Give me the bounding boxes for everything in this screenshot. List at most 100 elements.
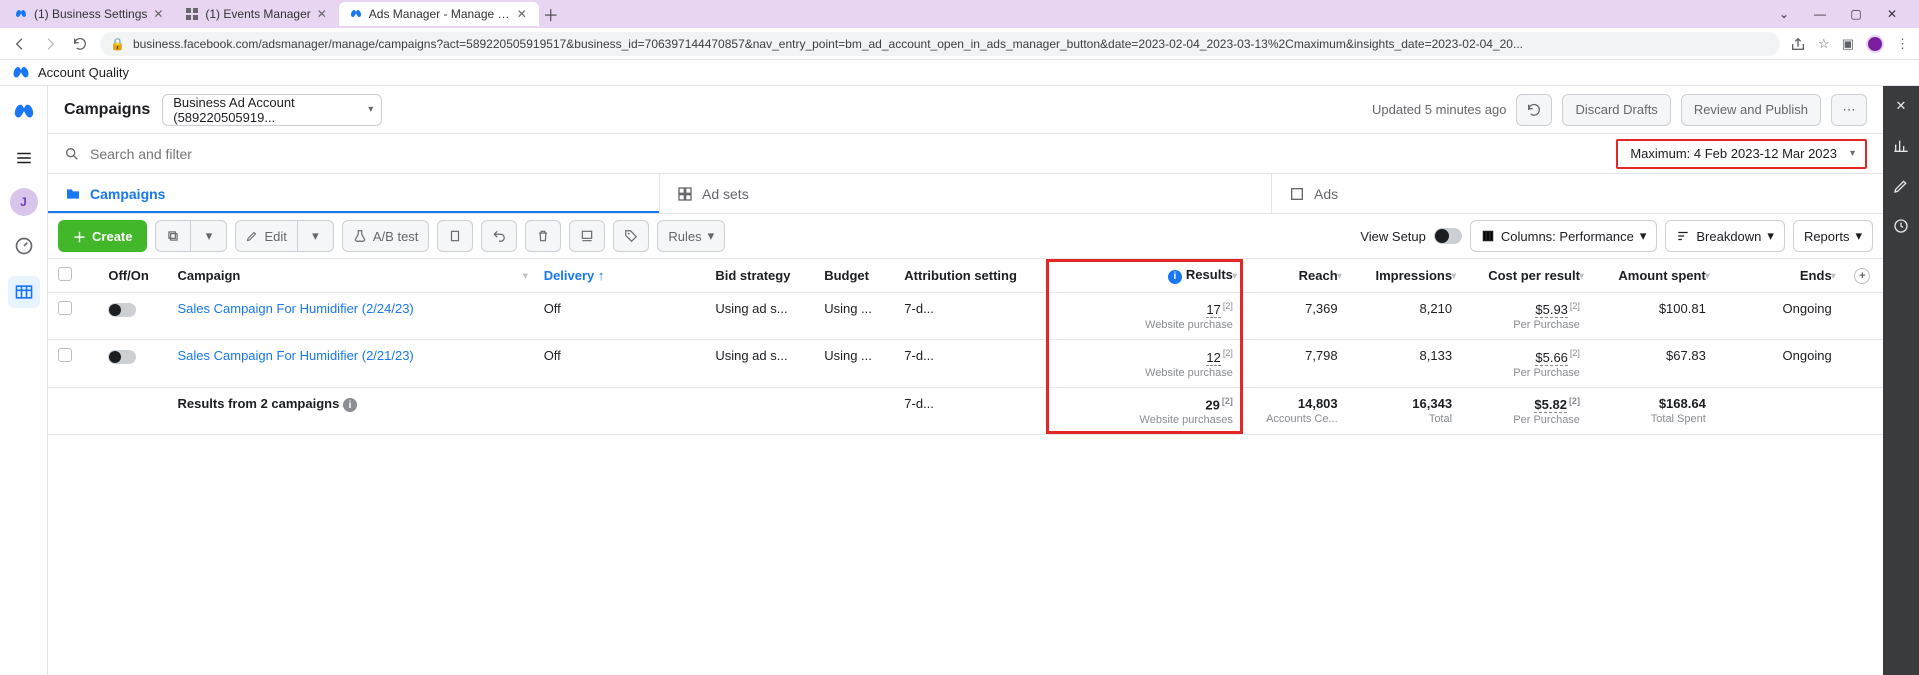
row-toggle[interactable] [108, 350, 136, 364]
results-cell: 29[2]Website purchases [1046, 387, 1243, 434]
delivery-cell: Off [534, 340, 706, 387]
menu-icon[interactable] [8, 142, 40, 174]
breakdown-select[interactable]: Breakdown ▾ [1665, 220, 1785, 252]
col-onoff[interactable]: Off/On [98, 259, 167, 293]
edit-chevron[interactable]: ▾ [298, 220, 334, 252]
url-box[interactable]: 🔒 business.facebook.com/adsmanager/manag… [100, 32, 1780, 56]
table-row[interactable]: Sales Campaign For Humidifier (2/24/23) … [48, 293, 1883, 340]
cpr-cell: $5.66[2]Per Purchase [1462, 340, 1590, 387]
meta-icon [349, 7, 363, 21]
back-button[interactable] [10, 34, 30, 54]
reports-select[interactable]: Reports ▾ [1793, 220, 1873, 252]
gauge-icon[interactable] [8, 230, 40, 262]
plus-icon: ＋ [73, 227, 86, 246]
col-attr[interactable]: Attribution setting [894, 259, 1046, 293]
create-button[interactable]: ＋Create [58, 220, 147, 252]
duplicate-chevron[interactable]: ▾ [191, 220, 227, 252]
browser-tab[interactable]: (1) Events Manager ✕ [175, 2, 338, 26]
edit-icon[interactable] [1889, 174, 1913, 198]
col-results[interactable]: iResults [1046, 259, 1243, 293]
col-cpr[interactable]: Cost per result [1462, 259, 1590, 293]
col-impressions[interactable]: Impressions [1348, 259, 1462, 293]
browser-tab-active[interactable]: Ads Manager - Manage ads - Ca ✕ [339, 2, 539, 26]
tab-ads[interactable]: Ads [1272, 174, 1883, 213]
edit-group: Edit ▾ [235, 220, 333, 252]
col-budget[interactable]: Budget [814, 259, 894, 293]
share-icon[interactable] [1790, 36, 1806, 52]
star-icon[interactable]: ☆ [1818, 36, 1830, 52]
date-range-picker[interactable]: Maximum: 4 Feb 2023-12 Mar 2023 [1616, 139, 1867, 169]
add-column-button[interactable]: + [1854, 268, 1870, 284]
row-checkbox[interactable] [58, 301, 72, 315]
copy-button[interactable] [437, 220, 473, 252]
tab-label: Ads [1314, 186, 1338, 202]
level-tabs: Campaigns Ad sets Ads [48, 174, 1883, 214]
impressions-cell: 8,133 [1348, 340, 1462, 387]
budget-cell: Using ... [814, 340, 894, 387]
search-row: Maximum: 4 Feb 2023-12 Mar 2023 [48, 134, 1883, 174]
duplicate-button[interactable] [155, 220, 191, 252]
close-icon[interactable]: ✕ [517, 7, 529, 21]
toolbar: ＋Create ▾ Edit ▾ A/B test Rules ▾ View S… [48, 214, 1883, 258]
budget-cell: Using ... [814, 293, 894, 340]
profile-icon[interactable] [1866, 35, 1884, 53]
folder-icon [64, 185, 82, 203]
tag-button[interactable] [613, 220, 649, 252]
attr-cell: 7-d... [894, 340, 1046, 387]
more-button[interactable]: ⋯ [1831, 94, 1867, 126]
minimize-icon[interactable]: — [1811, 7, 1829, 21]
avatar[interactable]: J [10, 188, 38, 216]
reload-button[interactable] [70, 34, 90, 54]
columns-select[interactable]: Columns: Performance ▾ [1470, 220, 1657, 252]
tab-adsets[interactable]: Ad sets [660, 174, 1272, 213]
row-toggle[interactable] [108, 303, 136, 317]
col-campaign[interactable]: Campaign [168, 259, 534, 293]
table-icon[interactable] [8, 276, 40, 308]
left-rail: J [0, 86, 48, 675]
abtest-button[interactable]: A/B test [342, 220, 430, 252]
select-all-checkbox[interactable] [58, 267, 72, 281]
delete-button[interactable] [525, 220, 561, 252]
campaign-link[interactable]: Sales Campaign For Humidifier (2/21/23) [178, 348, 414, 363]
account-select[interactable]: Business Ad Account (589220505919... [162, 94, 382, 126]
close-window-icon[interactable]: ✕ [1883, 7, 1901, 21]
impressions-cell: 8,210 [1348, 293, 1462, 340]
col-reach[interactable]: Reach [1243, 259, 1348, 293]
close-icon[interactable]: ✕ [153, 7, 165, 21]
col-spent[interactable]: Amount spent [1590, 259, 1716, 293]
export-button[interactable] [569, 220, 605, 252]
undo-button[interactable] [481, 220, 517, 252]
row-checkbox[interactable] [58, 348, 72, 362]
maximize-icon[interactable]: ▢ [1847, 7, 1865, 21]
reach-cell: 7,369 [1243, 293, 1348, 340]
ends-cell: Ongoing [1716, 293, 1842, 340]
tab-campaigns[interactable]: Campaigns [48, 174, 660, 213]
meta-logo-icon[interactable] [8, 96, 40, 128]
new-tab-button[interactable]: ＋ [539, 2, 563, 26]
account-quality-link[interactable]: Account Quality [38, 65, 129, 80]
close-panel-icon[interactable]: ✕ [1889, 94, 1913, 118]
account-label: Business Ad Account (589220505919... [173, 95, 355, 125]
col-ends[interactable]: Ends [1716, 259, 1842, 293]
rules-button[interactable]: Rules ▾ [657, 220, 725, 252]
panel-icon[interactable]: ▣ [1842, 36, 1854, 52]
search-input[interactable] [90, 146, 1606, 162]
history-icon[interactable] [1889, 214, 1913, 238]
close-icon[interactable]: ✕ [317, 7, 329, 21]
refresh-button[interactable] [1516, 94, 1552, 126]
view-setup-toggle[interactable]: View Setup [1360, 228, 1462, 244]
browser-tab[interactable]: (1) Business Settings ✕ [4, 2, 175, 26]
review-publish-button[interactable]: Review and Publish [1681, 94, 1821, 126]
chevron-down-icon[interactable]: ⌄ [1775, 7, 1793, 21]
table-row[interactable]: Sales Campaign For Humidifier (2/21/23) … [48, 340, 1883, 387]
kebab-icon[interactable]: ⋮ [1896, 36, 1909, 52]
forward-button[interactable] [40, 34, 60, 54]
edit-button[interactable]: Edit [235, 220, 297, 252]
col-delivery[interactable]: Delivery ↑ [534, 259, 706, 293]
info-icon[interactable]: i [343, 398, 357, 412]
results-cell: 17[2]Website purchase [1046, 293, 1243, 340]
chart-icon[interactable] [1889, 134, 1913, 158]
discard-drafts-button[interactable]: Discard Drafts [1562, 94, 1670, 126]
campaign-link[interactable]: Sales Campaign For Humidifier (2/24/23) [178, 301, 414, 316]
col-bid[interactable]: Bid strategy [705, 259, 814, 293]
